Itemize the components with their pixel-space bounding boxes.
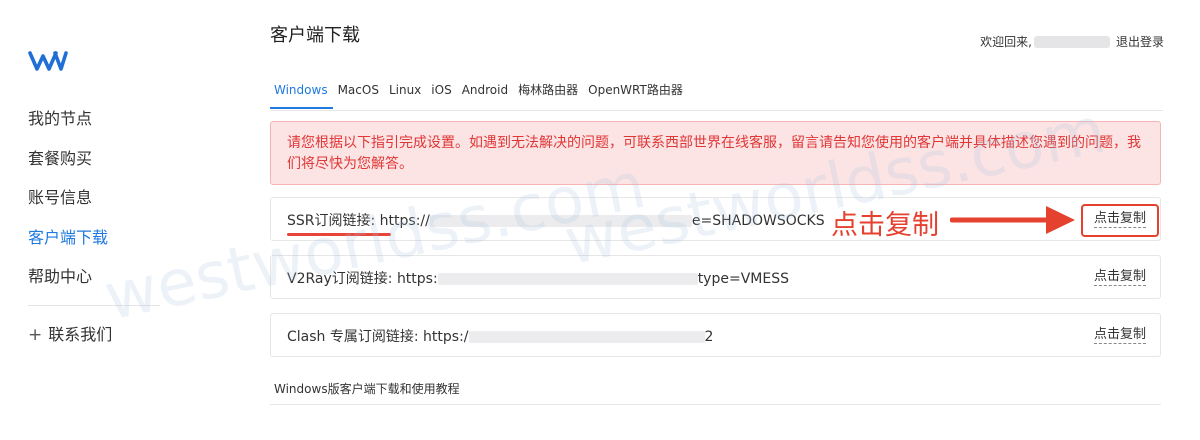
sidebar-item-account-info[interactable]: 账号信息 xyxy=(28,183,108,223)
ssr-url-end: e=SHADOWSOCKS xyxy=(691,213,825,229)
v2ray-url-redacted xyxy=(437,273,698,285)
user-header: 欢迎回来, 退出登录 xyxy=(980,33,1164,50)
sidebar-nav: 我的节点 套餐购买 账号信息 客户端下载 帮助中心 xyxy=(28,104,108,302)
welcome-text: 欢迎回来, xyxy=(980,35,1032,49)
tab-merlin-router[interactable]: 梅林路由器 xyxy=(513,80,583,109)
clash-link-row: Clash 专属订阅链接: https:/ 2 点击复制 xyxy=(270,313,1161,357)
ssr-copy-button[interactable]: 点击复制 xyxy=(1093,210,1146,228)
bottom-divider xyxy=(270,404,1161,405)
sidebar-item-my-nodes[interactable]: 我的节点 xyxy=(28,104,108,144)
sidebar: 我的节点 套餐购买 账号信息 客户端下载 帮助中心 + 联系我们 xyxy=(0,0,230,440)
annotation-label: 点击复制 xyxy=(831,210,939,241)
v2ray-url-end: type=VMESS xyxy=(697,271,789,287)
page-title: 客户端下载 xyxy=(270,25,360,46)
contact-us-link[interactable]: + 联系我们 xyxy=(28,321,112,345)
tab-openwrt-router[interactable]: OpenWRT路由器 xyxy=(583,80,688,109)
tab-macos[interactable]: MacOS xyxy=(333,80,384,109)
w-logo-icon[interactable] xyxy=(28,50,68,72)
clash-link-text[interactable]: Clash 专属订阅链接: https:/ 2 xyxy=(287,326,713,346)
tutorial-link[interactable]: Windows版客户端下载和使用教程 xyxy=(274,380,460,397)
v2ray-link-row: V2Ray订阅链接: https: type=VMESS 点击复制 xyxy=(270,255,1161,299)
v2ray-copy-button[interactable]: 点击复制 xyxy=(1093,268,1146,286)
clash-link-label: Clash 专属订阅链接: xyxy=(287,329,424,345)
annotation-arrow-icon xyxy=(950,206,1075,234)
v2ray-link-label: V2Ray订阅链接: xyxy=(287,271,397,287)
plus-icon: + xyxy=(28,325,43,345)
v2ray-url-start: https: xyxy=(396,271,438,287)
sidebar-divider xyxy=(28,305,160,306)
platform-tabs: Windows MacOS Linux iOS Android 梅林路由器 Op… xyxy=(270,80,1163,111)
sidebar-item-client-download[interactable]: 客户端下载 xyxy=(28,223,108,263)
logout-link[interactable]: 退出登录 xyxy=(1116,33,1164,50)
tab-linux[interactable]: Linux xyxy=(384,80,426,109)
app-frame: 我的节点 套餐购买 账号信息 客户端下载 帮助中心 + 联系我们 客户端下载 欢迎… xyxy=(0,0,1200,440)
clash-copy-button[interactable]: 点击复制 xyxy=(1093,326,1146,344)
username-redacted xyxy=(1033,35,1110,48)
tab-windows[interactable]: Windows xyxy=(270,80,333,109)
v2ray-link-text[interactable]: V2Ray订阅链接: https: type=VMESS xyxy=(287,268,789,288)
ssr-link-text[interactable]: SSR订阅链接: https:// e=SHADOWSOCKS xyxy=(287,210,825,230)
ssr-url-redacted xyxy=(429,215,692,227)
clash-url-end: 2 xyxy=(704,329,714,345)
annotation-underline xyxy=(287,233,391,236)
ssr-url-start: https:// xyxy=(379,213,430,229)
sidebar-item-plan-purchase[interactable]: 套餐购买 xyxy=(28,144,108,184)
tab-ios[interactable]: iOS xyxy=(426,80,456,109)
contact-us-label: 联系我们 xyxy=(48,325,113,344)
tab-android[interactable]: Android xyxy=(457,80,513,109)
alert-message: 请您根据以下指引完成设置。如遇到无法解决的问题，可联系西部世界在线客服，留言请告… xyxy=(270,121,1161,185)
clash-url-redacted xyxy=(468,331,705,343)
clash-url-start: https:/ xyxy=(423,329,469,345)
sidebar-item-help-center[interactable]: 帮助中心 xyxy=(28,262,108,302)
ssr-link-label: SSR订阅链接: xyxy=(287,213,380,229)
